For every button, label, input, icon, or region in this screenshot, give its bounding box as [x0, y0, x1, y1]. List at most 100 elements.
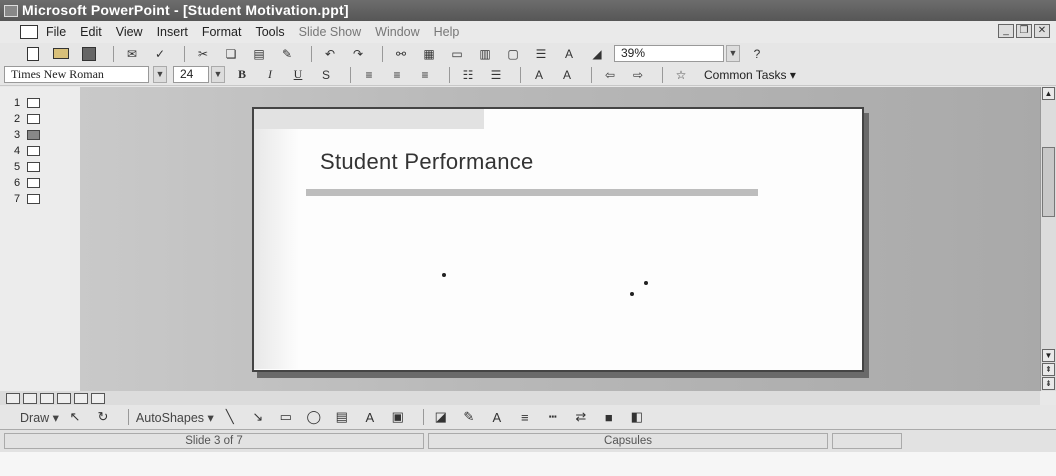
doc-restore-button[interactable]: ❐ — [1016, 24, 1032, 38]
bullets-icon[interactable]: ☰ — [485, 66, 507, 83]
decrease-font-icon[interactable]: A — [556, 66, 578, 83]
doc-close-button[interactable]: ✕ — [1034, 24, 1050, 38]
show-formatting-icon[interactable]: A — [558, 45, 580, 62]
menu-insert[interactable]: Insert — [157, 25, 188, 39]
slide-sorter-icon[interactable] — [74, 392, 88, 404]
italic-button[interactable]: I — [259, 66, 281, 83]
cut-icon[interactable]: ✂ — [192, 45, 214, 62]
shadow-style-icon[interactable]: ■ — [599, 410, 619, 425]
oval-icon[interactable]: ◯ — [304, 409, 324, 424]
fill-color-icon[interactable]: ◪ — [431, 409, 451, 424]
line-icon[interactable]: ╲ — [220, 409, 240, 424]
slide-workspace: Student Performance — [80, 87, 1040, 391]
vertical-scrollbar[interactable]: ▲ ▼ ⇞ ⇟ — [1040, 87, 1056, 391]
doc-minimize-button[interactable]: _ — [998, 24, 1014, 38]
demote-icon[interactable]: ⇨ — [627, 66, 649, 83]
help-icon[interactable]: ? — [746, 45, 768, 62]
spelling-icon[interactable]: ✓ — [149, 45, 171, 62]
3d-style-icon[interactable]: ◧ — [627, 409, 647, 424]
thumbnail-slide-5[interactable]: 5 — [14, 161, 40, 173]
thumbnail-slide-3[interactable]: 3 — [14, 129, 40, 141]
copy-icon[interactable]: ❏ — [220, 45, 242, 62]
paste-icon[interactable]: ▤ — [248, 45, 270, 62]
grayscale-icon[interactable]: ◢ — [586, 45, 608, 62]
menu-edit[interactable]: Edit — [80, 25, 102, 39]
slide-show-icon[interactable] — [91, 392, 105, 404]
line-style-icon[interactable]: ≡ — [515, 410, 535, 425]
zoom-combo[interactable]: 39% — [614, 45, 724, 62]
clip-art-icon[interactable]: ▣ — [388, 409, 408, 424]
size-dropdown-arrow[interactable]: ▼ — [211, 66, 225, 83]
tables-borders-icon[interactable]: ▦ — [418, 45, 440, 62]
thumbnail-slide-1[interactable]: 1 — [14, 97, 40, 109]
menu-slide-show[interactable]: Slide Show — [299, 25, 362, 39]
document-icon[interactable] — [20, 25, 38, 39]
outline-view-icon[interactable] — [40, 392, 54, 404]
thumbnail-number: 1 — [14, 97, 21, 109]
thumbnail-slide-7[interactable]: 7 — [14, 193, 40, 205]
expand-all-icon[interactable]: ☰ — [530, 45, 552, 62]
undo-icon[interactable]: ↶ — [319, 45, 341, 62]
menu-tools[interactable]: Tools — [255, 25, 284, 39]
insert-hyperlink-icon[interactable]: ⚯ — [390, 45, 412, 62]
toolbar-separator — [520, 66, 521, 83]
insert-table-icon[interactable]: ▭ — [446, 45, 468, 62]
arrow-style-icon[interactable]: ⇄ — [571, 409, 591, 424]
select-objects-icon[interactable]: ↖ — [65, 409, 85, 424]
text-box-icon[interactable]: ▤ — [332, 409, 352, 424]
format-painter-icon[interactable]: ✎ — [276, 45, 298, 62]
align-left-icon[interactable]: ≡ — [358, 66, 380, 83]
save-icon[interactable] — [78, 45, 100, 62]
scroll-left-icon[interactable] — [6, 392, 20, 404]
thumbnail-slide-2[interactable]: 2 — [14, 113, 40, 125]
promote-icon[interactable]: ⇦ — [599, 66, 621, 83]
slide-view-icon[interactable] — [57, 392, 71, 404]
next-slide-icon[interactable]: ⇟ — [1042, 377, 1055, 390]
free-rotate-icon[interactable]: ↻ — [93, 409, 113, 424]
font-name-combo[interactable]: Times New Roman — [4, 66, 149, 83]
new-slide-icon[interactable]: ▢ — [502, 45, 524, 62]
rectangle-icon[interactable]: ▭ — [276, 409, 296, 424]
draw-menu-button[interactable]: Draw ▾ — [20, 410, 59, 425]
previous-slide-icon[interactable]: ⇞ — [1042, 363, 1055, 376]
font-size-combo[interactable]: 24 — [173, 66, 209, 83]
redo-icon[interactable]: ↷ — [347, 45, 369, 62]
thumbnail-slide-6[interactable]: 6 — [14, 177, 40, 189]
scroll-down-icon[interactable]: ▼ — [1042, 349, 1055, 362]
scroll-thumb[interactable] — [1042, 147, 1055, 217]
menu-format[interactable]: Format — [202, 25, 242, 39]
normal-view-icon[interactable] — [23, 392, 37, 404]
menu-help[interactable]: Help — [434, 25, 460, 39]
dash-style-icon[interactable]: ┅ — [543, 409, 563, 424]
thumbnail-slide-4[interactable]: 4 — [14, 145, 40, 157]
email-icon[interactable]: ✉ — [121, 45, 143, 62]
insert-chart-icon[interactable]: ▥ — [474, 45, 496, 62]
font-dropdown-arrow[interactable]: ▼ — [153, 66, 167, 83]
slide-canvas[interactable]: Student Performance — [252, 107, 864, 372]
new-icon[interactable] — [22, 45, 44, 62]
wordart-icon[interactable]: A — [360, 410, 380, 425]
numbering-icon[interactable]: ☷ — [457, 66, 479, 83]
powerpoint-app-icon[interactable] — [4, 4, 18, 17]
font-color-icon[interactable]: A — [487, 410, 507, 425]
common-tasks-label: Common Tasks — [704, 67, 787, 82]
scroll-up-icon[interactable]: ▲ — [1042, 87, 1055, 100]
increase-font-icon[interactable]: A — [528, 66, 550, 83]
zoom-dropdown-arrow[interactable]: ▼ — [726, 45, 740, 62]
align-center-icon[interactable]: ≡ — [386, 66, 408, 83]
animation-icon[interactable]: ☆ — [670, 66, 692, 83]
menu-window[interactable]: Window — [375, 25, 419, 39]
open-icon[interactable] — [50, 45, 72, 62]
align-right-icon[interactable]: ≡ — [414, 66, 436, 83]
menu-view[interactable]: View — [116, 25, 143, 39]
menu-file[interactable]: File — [46, 25, 66, 39]
common-tasks-button[interactable]: Common Tasks ▾ — [704, 68, 796, 82]
arrow-icon[interactable]: ↘ — [248, 409, 268, 424]
toolbar-separator — [449, 66, 450, 83]
underline-button[interactable]: U — [287, 66, 309, 83]
autoshapes-menu-button[interactable]: AutoShapes ▾ — [136, 410, 214, 425]
slide-title[interactable]: Student Performance — [320, 149, 534, 175]
bold-button[interactable]: B — [231, 66, 253, 83]
shadow-icon[interactable]: S — [315, 66, 337, 83]
line-color-icon[interactable]: ✎ — [459, 409, 479, 424]
